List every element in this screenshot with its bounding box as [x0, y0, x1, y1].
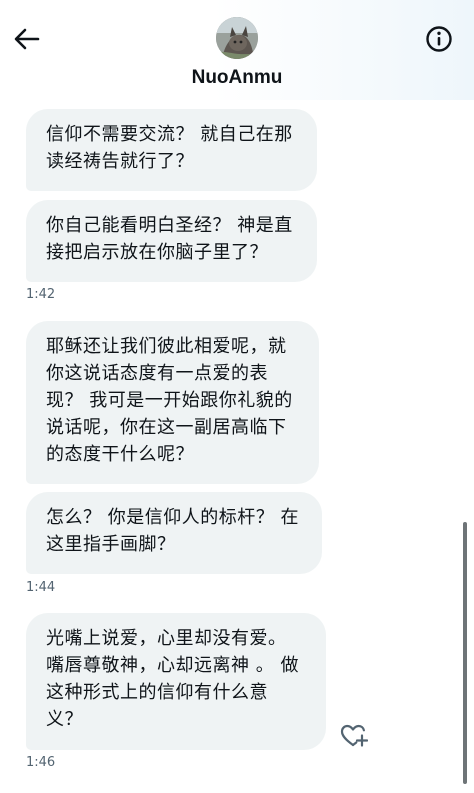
message-line: 信仰不需要交流？ 就自己在那 — [46, 124, 293, 145]
message-bubble[interactable]: 耶稣还让我们彼此相爱呢，就 你这说话态度有一点爱的表 现？ 我可是一开始跟你礼貌… — [26, 321, 319, 484]
message-timestamp: 1:44 — [26, 580, 56, 595]
avatar-image — [216, 17, 258, 59]
message-line: 的态度干什么呢？ — [46, 444, 194, 465]
message-line: 嘴唇尊敬神，心却远离神 。 做 — [46, 655, 299, 676]
message-line: 怎么？ 你是信仰人的标杆？ 在 — [46, 507, 299, 528]
message-line: 这里指手画脚？ — [46, 534, 176, 555]
message-bubble[interactable]: 光嘴上说爱，心里却没有爱。 嘴唇尊敬神，心却远离神 。 做 这种形式上的信仰有什… — [26, 613, 326, 750]
message-line: 义？ — [46, 709, 83, 730]
message-line: 你这说话态度有一点爱的表 — [46, 363, 268, 384]
avatar[interactable] — [216, 17, 258, 59]
message-line: 说话呢，你在这一副居高临下 — [46, 417, 287, 438]
message-bubble[interactable]: 信仰不需要交流？ 就自己在那 读经祷告就行了？ — [26, 109, 317, 191]
back-button[interactable] — [10, 22, 44, 56]
message-line: 这种形式上的信仰有什么意 — [46, 682, 268, 703]
dm-conversation-screen: NuoAnmu 信仰不需要交流？ 就自己在那 读经祷告就行了？ 你自己能看明白圣… — [0, 0, 474, 793]
conversation-username[interactable]: NuoAnmu — [0, 67, 474, 89]
message-timestamp: 1:46 — [26, 755, 56, 770]
add-reaction-button[interactable] — [339, 722, 369, 750]
message-timestamp: 1:42 — [26, 287, 56, 302]
message-line: 光嘴上说爱，心里却没有爱。 — [46, 628, 287, 649]
conversation-header: NuoAnmu — [0, 0, 474, 100]
arrow-left-icon — [14, 28, 40, 50]
message-bubble[interactable]: 怎么？ 你是信仰人的标杆？ 在 这里指手画脚？ — [26, 492, 322, 574]
message-bubble[interactable]: 你自己能看明白圣经？ 神是直 接把启示放在你脑子里了？ — [26, 200, 317, 282]
message-line: 读经祷告就行了？ — [46, 151, 194, 172]
message-line: 你自己能看明白圣经？ 神是直 — [46, 215, 293, 236]
message-line: 现？ 我可是一开始跟你礼貌的 — [46, 390, 293, 411]
scrollbar[interactable] — [463, 522, 467, 784]
info-circle-icon — [426, 26, 452, 52]
heart-plus-icon — [340, 724, 368, 747]
message-line: 耶稣还让我们彼此相爱呢，就 — [46, 336, 287, 357]
message-line: 接把启示放在你脑子里了？ — [46, 242, 268, 263]
info-button[interactable] — [421, 21, 457, 57]
